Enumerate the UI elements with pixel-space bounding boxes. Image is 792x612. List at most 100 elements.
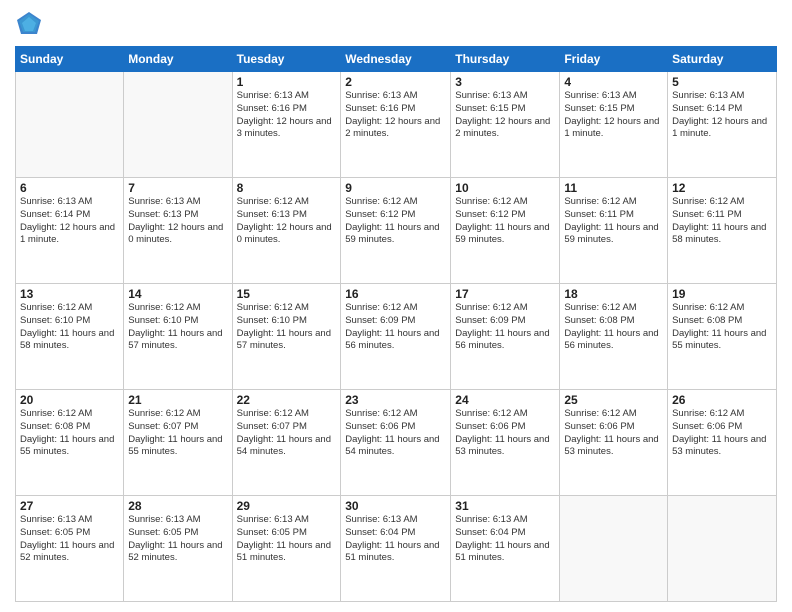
day-number: 21: [128, 393, 227, 407]
calendar-cell: 22Sunrise: 6:12 AM Sunset: 6:07 PM Dayli…: [232, 390, 341, 496]
day-number: 7: [128, 181, 227, 195]
day-number: 8: [237, 181, 337, 195]
day-number: 24: [455, 393, 555, 407]
calendar-cell: 4Sunrise: 6:13 AM Sunset: 6:15 PM Daylig…: [560, 72, 668, 178]
day-info: Sunrise: 6:12 AM Sunset: 6:09 PM Dayligh…: [455, 302, 555, 353]
day-number: 11: [564, 181, 663, 195]
day-info: Sunrise: 6:13 AM Sunset: 6:13 PM Dayligh…: [128, 196, 227, 247]
calendar-cell: 18Sunrise: 6:12 AM Sunset: 6:08 PM Dayli…: [560, 284, 668, 390]
day-info: Sunrise: 6:12 AM Sunset: 6:10 PM Dayligh…: [20, 302, 119, 353]
weekday-header-thursday: Thursday: [451, 47, 560, 72]
calendar-cell: 26Sunrise: 6:12 AM Sunset: 6:06 PM Dayli…: [668, 390, 777, 496]
calendar-cell: 17Sunrise: 6:12 AM Sunset: 6:09 PM Dayli…: [451, 284, 560, 390]
day-number: 30: [345, 499, 446, 513]
calendar-cell: 30Sunrise: 6:13 AM Sunset: 6:04 PM Dayli…: [341, 496, 451, 602]
day-info: Sunrise: 6:12 AM Sunset: 6:06 PM Dayligh…: [564, 408, 663, 459]
calendar-cell: 31Sunrise: 6:13 AM Sunset: 6:04 PM Dayli…: [451, 496, 560, 602]
calendar-cell: 12Sunrise: 6:12 AM Sunset: 6:11 PM Dayli…: [668, 178, 777, 284]
day-number: 19: [672, 287, 772, 301]
calendar-cell: 29Sunrise: 6:13 AM Sunset: 6:05 PM Dayli…: [232, 496, 341, 602]
day-info: Sunrise: 6:13 AM Sunset: 6:05 PM Dayligh…: [20, 514, 119, 565]
day-number: 1: [237, 75, 337, 89]
calendar-cell: 13Sunrise: 6:12 AM Sunset: 6:10 PM Dayli…: [16, 284, 124, 390]
day-number: 26: [672, 393, 772, 407]
calendar-cell: 23Sunrise: 6:12 AM Sunset: 6:06 PM Dayli…: [341, 390, 451, 496]
weekday-header-tuesday: Tuesday: [232, 47, 341, 72]
calendar-cell: 20Sunrise: 6:12 AM Sunset: 6:08 PM Dayli…: [16, 390, 124, 496]
day-number: 31: [455, 499, 555, 513]
day-info: Sunrise: 6:13 AM Sunset: 6:15 PM Dayligh…: [455, 90, 555, 141]
day-info: Sunrise: 6:13 AM Sunset: 6:05 PM Dayligh…: [237, 514, 337, 565]
logo-icon: [15, 10, 43, 38]
calendar-cell: 2Sunrise: 6:13 AM Sunset: 6:16 PM Daylig…: [341, 72, 451, 178]
calendar-cell: 7Sunrise: 6:13 AM Sunset: 6:13 PM Daylig…: [124, 178, 232, 284]
week-row-3: 13Sunrise: 6:12 AM Sunset: 6:10 PM Dayli…: [16, 284, 777, 390]
day-number: 10: [455, 181, 555, 195]
day-number: 12: [672, 181, 772, 195]
week-row-5: 27Sunrise: 6:13 AM Sunset: 6:05 PM Dayli…: [16, 496, 777, 602]
day-info: Sunrise: 6:12 AM Sunset: 6:11 PM Dayligh…: [672, 196, 772, 247]
calendar-cell: 5Sunrise: 6:13 AM Sunset: 6:14 PM Daylig…: [668, 72, 777, 178]
calendar-cell: 27Sunrise: 6:13 AM Sunset: 6:05 PM Dayli…: [16, 496, 124, 602]
day-number: 15: [237, 287, 337, 301]
calendar-cell: 8Sunrise: 6:12 AM Sunset: 6:13 PM Daylig…: [232, 178, 341, 284]
calendar-cell: 10Sunrise: 6:12 AM Sunset: 6:12 PM Dayli…: [451, 178, 560, 284]
day-number: 18: [564, 287, 663, 301]
day-number: 4: [564, 75, 663, 89]
day-info: Sunrise: 6:13 AM Sunset: 6:15 PM Dayligh…: [564, 90, 663, 141]
day-number: 9: [345, 181, 446, 195]
day-info: Sunrise: 6:12 AM Sunset: 6:07 PM Dayligh…: [128, 408, 227, 459]
calendar-cell: 16Sunrise: 6:12 AM Sunset: 6:09 PM Dayli…: [341, 284, 451, 390]
weekday-header-monday: Monday: [124, 47, 232, 72]
calendar-cell: 3Sunrise: 6:13 AM Sunset: 6:15 PM Daylig…: [451, 72, 560, 178]
day-number: 17: [455, 287, 555, 301]
calendar-cell: 19Sunrise: 6:12 AM Sunset: 6:08 PM Dayli…: [668, 284, 777, 390]
logo: [15, 10, 47, 38]
weekday-header-row: SundayMondayTuesdayWednesdayThursdayFrid…: [16, 47, 777, 72]
day-info: Sunrise: 6:13 AM Sunset: 6:04 PM Dayligh…: [455, 514, 555, 565]
day-info: Sunrise: 6:12 AM Sunset: 6:10 PM Dayligh…: [237, 302, 337, 353]
header: [15, 10, 777, 38]
day-info: Sunrise: 6:13 AM Sunset: 6:16 PM Dayligh…: [345, 90, 446, 141]
calendar-cell: 15Sunrise: 6:12 AM Sunset: 6:10 PM Dayli…: [232, 284, 341, 390]
day-number: 16: [345, 287, 446, 301]
day-info: Sunrise: 6:12 AM Sunset: 6:12 PM Dayligh…: [455, 196, 555, 247]
day-number: 29: [237, 499, 337, 513]
day-info: Sunrise: 6:12 AM Sunset: 6:08 PM Dayligh…: [672, 302, 772, 353]
day-number: 27: [20, 499, 119, 513]
day-info: Sunrise: 6:12 AM Sunset: 6:07 PM Dayligh…: [237, 408, 337, 459]
weekday-header-wednesday: Wednesday: [341, 47, 451, 72]
day-info: Sunrise: 6:12 AM Sunset: 6:06 PM Dayligh…: [672, 408, 772, 459]
calendar-cell: 21Sunrise: 6:12 AM Sunset: 6:07 PM Dayli…: [124, 390, 232, 496]
day-info: Sunrise: 6:13 AM Sunset: 6:14 PM Dayligh…: [672, 90, 772, 141]
weekday-header-friday: Friday: [560, 47, 668, 72]
day-number: 6: [20, 181, 119, 195]
calendar-cell: 28Sunrise: 6:13 AM Sunset: 6:05 PM Dayli…: [124, 496, 232, 602]
day-info: Sunrise: 6:13 AM Sunset: 6:14 PM Dayligh…: [20, 196, 119, 247]
calendar-cell: 9Sunrise: 6:12 AM Sunset: 6:12 PM Daylig…: [341, 178, 451, 284]
week-row-4: 20Sunrise: 6:12 AM Sunset: 6:08 PM Dayli…: [16, 390, 777, 496]
weekday-header-saturday: Saturday: [668, 47, 777, 72]
day-number: 28: [128, 499, 227, 513]
calendar-cell: 6Sunrise: 6:13 AM Sunset: 6:14 PM Daylig…: [16, 178, 124, 284]
day-info: Sunrise: 6:13 AM Sunset: 6:05 PM Dayligh…: [128, 514, 227, 565]
calendar-cell: [124, 72, 232, 178]
weekday-header-sunday: Sunday: [16, 47, 124, 72]
calendar-cell: 14Sunrise: 6:12 AM Sunset: 6:10 PM Dayli…: [124, 284, 232, 390]
calendar: SundayMondayTuesdayWednesdayThursdayFrid…: [15, 46, 777, 602]
day-info: Sunrise: 6:12 AM Sunset: 6:08 PM Dayligh…: [564, 302, 663, 353]
calendar-cell: 1Sunrise: 6:13 AM Sunset: 6:16 PM Daylig…: [232, 72, 341, 178]
calendar-cell: [16, 72, 124, 178]
day-info: Sunrise: 6:12 AM Sunset: 6:09 PM Dayligh…: [345, 302, 446, 353]
day-number: 23: [345, 393, 446, 407]
day-info: Sunrise: 6:12 AM Sunset: 6:08 PM Dayligh…: [20, 408, 119, 459]
day-number: 13: [20, 287, 119, 301]
day-number: 20: [20, 393, 119, 407]
day-info: Sunrise: 6:13 AM Sunset: 6:16 PM Dayligh…: [237, 90, 337, 141]
calendar-cell: 11Sunrise: 6:12 AM Sunset: 6:11 PM Dayli…: [560, 178, 668, 284]
calendar-cell: 25Sunrise: 6:12 AM Sunset: 6:06 PM Dayli…: [560, 390, 668, 496]
day-number: 25: [564, 393, 663, 407]
day-info: Sunrise: 6:12 AM Sunset: 6:11 PM Dayligh…: [564, 196, 663, 247]
day-number: 2: [345, 75, 446, 89]
day-number: 14: [128, 287, 227, 301]
